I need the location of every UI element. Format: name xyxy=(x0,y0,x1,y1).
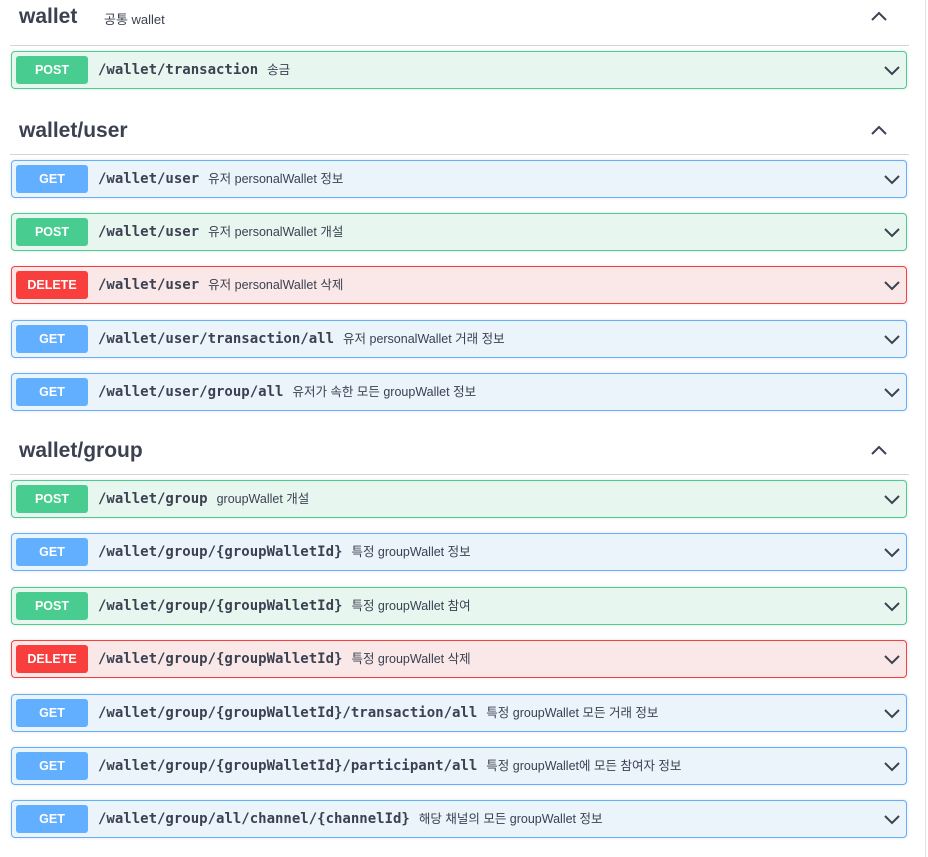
operation-path: /wallet/group/{groupWalletId}/participan… xyxy=(98,748,681,784)
operation-summary: 특정 groupWallet에 모든 참여자 정보 xyxy=(486,759,682,773)
operation-summary: 특정 groupWallet 삭제 xyxy=(351,652,471,666)
chevron-down-icon[interactable] xyxy=(883,330,901,348)
operation-path: /wallet/group groupWallet 개설 xyxy=(98,481,309,517)
path-text: /wallet/group/{groupWalletId} xyxy=(98,651,343,667)
method-badge: POST xyxy=(16,218,88,246)
operation-summary: 해당 채널의 모든 groupWallet 정보 xyxy=(418,812,603,826)
operation-delete-wallet-user[interactable]: DELETE /wallet/user 유저 personalWallet 삭제 xyxy=(11,266,907,304)
operation-path: /wallet/user 유저 personalWallet 삭제 xyxy=(98,267,343,303)
operation-post-wallet-group[interactable]: POST /wallet/group groupWallet 개설 xyxy=(11,480,907,518)
operation-path: /wallet/user/group/all 유저가 속한 모든 groupWal… xyxy=(98,374,476,410)
chevron-down-icon[interactable] xyxy=(883,383,901,401)
operation-get-wallet-group-id-transaction-all[interactable]: GET /wallet/group/{groupWalletId}/transa… xyxy=(11,694,907,732)
path-text: /wallet/group/{groupWalletId} xyxy=(98,598,343,614)
operation-get-wallet-group-id-participant-all[interactable]: GET /wallet/group/{groupWalletId}/partic… xyxy=(11,747,907,785)
tag-title: wallet/user xyxy=(19,119,128,142)
operation-summary: 유저 personalWallet 삭제 xyxy=(208,278,344,292)
method-badge: GET xyxy=(16,805,88,833)
tag-title: wallet/group xyxy=(19,439,143,462)
chevron-down-icon[interactable] xyxy=(883,490,901,508)
method-badge: GET xyxy=(16,538,88,566)
chevron-up-icon[interactable] xyxy=(869,6,889,26)
chevron-down-icon[interactable] xyxy=(883,61,901,79)
path-text: /wallet/group/all/channel/{channelId} xyxy=(98,811,410,827)
operation-get-wallet-group-id[interactable]: GET /wallet/group/{groupWalletId} 특정 grou… xyxy=(11,533,907,571)
chevron-down-icon[interactable] xyxy=(883,276,901,294)
tag-header-wallet-user[interactable]: wallet/user xyxy=(10,108,909,155)
chevron-down-icon[interactable] xyxy=(883,757,901,775)
operation-summary: 유저 personalWallet 거래 정보 xyxy=(343,332,505,346)
operation-path: /wallet/group/{groupWalletId} 특정 groupWal… xyxy=(98,641,471,677)
method-badge: GET xyxy=(16,165,88,193)
operation-path: /wallet/transaction 송금 xyxy=(98,52,290,88)
swagger-page: wallet 공통 wallet POST /wallet/transactio… xyxy=(0,0,928,857)
chevron-down-icon[interactable] xyxy=(883,223,901,241)
path-text: /wallet/group xyxy=(98,491,208,507)
method-badge: GET xyxy=(16,325,88,353)
operation-get-wallet-user-group-all[interactable]: GET /wallet/user/group/all 유저가 속한 모든 grou… xyxy=(11,373,907,411)
operation-get-wallet-user[interactable]: GET /wallet/user 유저 personalWallet 정보 xyxy=(11,160,907,198)
method-badge: POST xyxy=(16,592,88,620)
method-badge: POST xyxy=(16,56,88,84)
path-text: /wallet/user xyxy=(98,224,200,240)
method-badge: POST xyxy=(16,485,88,513)
path-text: /wallet/user xyxy=(98,171,200,187)
path-text: /wallet/user xyxy=(98,277,200,293)
chevron-down-icon[interactable] xyxy=(883,810,901,828)
operation-get-wallet-group-all-channel-id[interactable]: GET /wallet/group/all/channel/{channelId… xyxy=(11,800,907,838)
operation-path: /wallet/group/{groupWalletId} 특정 groupWal… xyxy=(98,534,471,570)
operation-path: /wallet/group/{groupWalletId}/transactio… xyxy=(98,695,658,731)
operation-delete-wallet-group-id[interactable]: DELETE /wallet/group/{groupWalletId} 특정 g… xyxy=(11,640,907,678)
chevron-down-icon[interactable] xyxy=(883,704,901,722)
method-badge: DELETE xyxy=(16,271,88,299)
method-badge: GET xyxy=(16,699,88,727)
path-text: /wallet/transaction xyxy=(98,62,259,78)
chevron-down-icon[interactable] xyxy=(883,597,901,615)
operation-path: /wallet/group/all/channel/{channelId} 해당 … xyxy=(98,801,603,837)
operation-summary: 특정 groupWallet 모든 거래 정보 xyxy=(486,706,659,720)
path-text: /wallet/user/group/all xyxy=(98,384,284,400)
operation-summary: 유저 personalWallet 정보 xyxy=(208,172,344,186)
method-badge: GET xyxy=(16,752,88,780)
operation-summary: 특정 groupWallet 참여 xyxy=(351,599,471,613)
operation-path: /wallet/group/{groupWalletId} 특정 groupWal… xyxy=(98,588,471,624)
scroll-edge-divider xyxy=(925,0,926,857)
tag-header-wallet-group[interactable]: wallet/group xyxy=(10,428,909,475)
operation-path: /wallet/user 유저 personalWallet 정보 xyxy=(98,161,343,197)
path-text: /wallet/group/{groupWalletId}/participan… xyxy=(98,758,478,774)
chevron-down-icon[interactable] xyxy=(883,170,901,188)
operation-path: /wallet/user/transaction/all 유저 personalW… xyxy=(98,321,505,357)
operation-summary: 송금 xyxy=(267,63,291,77)
tag-description: 공통 wallet xyxy=(104,12,165,27)
method-badge: GET xyxy=(16,378,88,406)
method-badge: DELETE xyxy=(16,645,88,673)
operation-post-wallet-transaction[interactable]: POST /wallet/transaction 송금 xyxy=(11,51,907,89)
path-text: /wallet/group/{groupWalletId} xyxy=(98,544,343,560)
operation-summary: 특정 groupWallet 정보 xyxy=(351,545,471,559)
operation-post-wallet-user[interactable]: POST /wallet/user 유저 personalWallet 개설 xyxy=(11,213,907,251)
operation-path: /wallet/user 유저 personalWallet 개설 xyxy=(98,214,343,250)
operation-summary: 유저가 속한 모든 groupWallet 정보 xyxy=(292,385,477,399)
path-text: /wallet/group/{groupWalletId}/transactio… xyxy=(98,705,478,721)
tag-header-wallet[interactable]: wallet 공통 wallet xyxy=(10,0,909,46)
chevron-down-icon[interactable] xyxy=(883,650,901,668)
operation-get-wallet-user-transaction-all[interactable]: GET /wallet/user/transaction/all 유저 perso… xyxy=(11,320,907,358)
operation-summary: groupWallet 개설 xyxy=(216,492,310,506)
operation-post-wallet-group-id[interactable]: POST /wallet/group/{groupWalletId} 특정 gro… xyxy=(11,587,907,625)
operation-summary: 유저 personalWallet 개설 xyxy=(208,225,344,239)
chevron-up-icon[interactable] xyxy=(869,440,889,460)
chevron-down-icon[interactable] xyxy=(883,543,901,561)
path-text: /wallet/user/transaction/all xyxy=(98,331,335,347)
chevron-up-icon[interactable] xyxy=(869,120,889,140)
tag-title: wallet xyxy=(19,5,78,28)
